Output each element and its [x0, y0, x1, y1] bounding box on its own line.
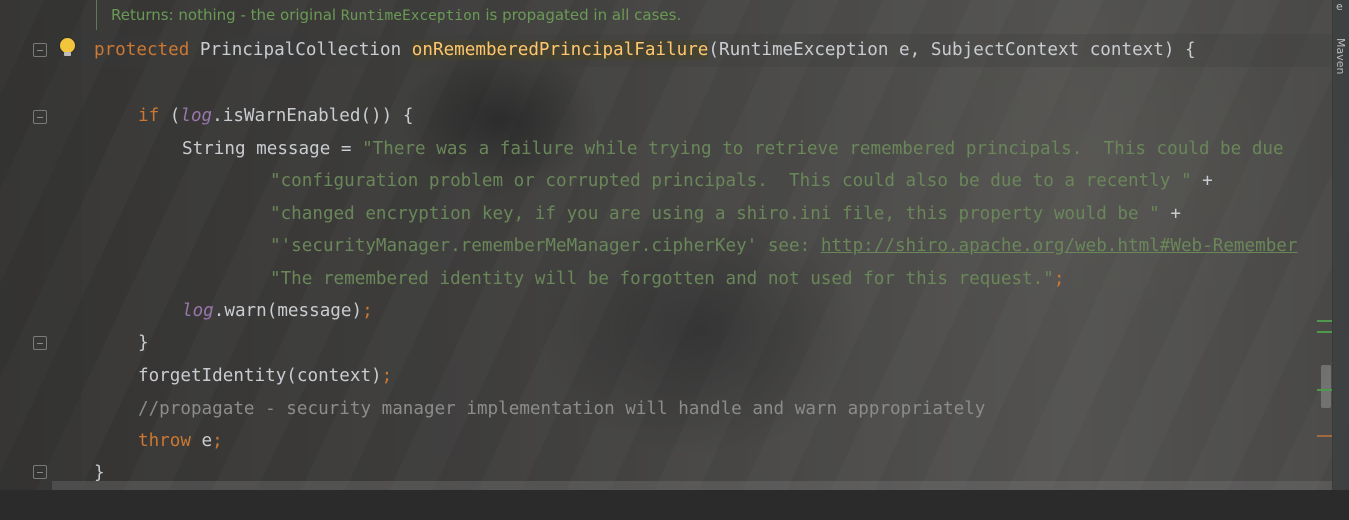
fold-method-icon[interactable]: [33, 43, 47, 57]
editor-gutter: [0, 0, 82, 490]
code-line-forget-identity[interactable]: forgetIdentity(context);: [138, 360, 392, 392]
code-line-method-signature[interactable]: protected PrincipalCollection onRemember…: [94, 34, 1196, 66]
code-line-if[interactable]: if (log.isWarnEnabled()) {: [138, 100, 413, 132]
change-marker[interactable]: [1317, 389, 1333, 391]
change-marker[interactable]: [1317, 331, 1333, 333]
tool-window-label-top[interactable]: e: [1336, 0, 1343, 13]
shiro-docs-link[interactable]: http://shiro.apache.org/web.html#Web-Rem…: [821, 236, 1298, 256]
code-line-log-warn[interactable]: log.warn(message);: [182, 295, 373, 327]
code-line-if-close[interactable]: }: [138, 327, 149, 359]
fold-method-end-icon[interactable]: [33, 465, 47, 479]
horizontal-scrollbar[interactable]: [52, 481, 1332, 490]
code-line-string-2[interactable]: "configuration problem or corrupted prin…: [270, 165, 1213, 197]
code-line-throw[interactable]: throw e;: [138, 425, 223, 457]
code-line-string-5[interactable]: "The remembered identity will be forgott…: [270, 263, 1064, 295]
code-line-comment[interactable]: //propagate - security manager implement…: [138, 393, 985, 425]
code-line-string-3[interactable]: "changed encryption key, if you are usin…: [270, 198, 1181, 230]
fold-if-end-icon[interactable]: [33, 336, 47, 350]
code-line-message-decl[interactable]: String message = "There was a failure wh…: [182, 133, 1294, 165]
code-line-string-4[interactable]: "'securityManager.rememberMeManager.ciph…: [270, 230, 1297, 262]
vertical-scrollbar-thumb[interactable]: [1321, 365, 1331, 408]
change-marker[interactable]: [1317, 320, 1333, 322]
maven-tool-window-button[interactable]: Maven: [1334, 38, 1347, 74]
code-editor[interactable]: protected PrincipalCollection onRemember…: [94, 0, 1335, 490]
warning-marker[interactable]: [1317, 435, 1333, 437]
fold-if-block-icon[interactable]: [33, 110, 47, 124]
intention-bulb-icon[interactable]: [60, 38, 75, 56]
method-name[interactable]: onRememberedPrincipalFailure: [411, 40, 709, 60]
